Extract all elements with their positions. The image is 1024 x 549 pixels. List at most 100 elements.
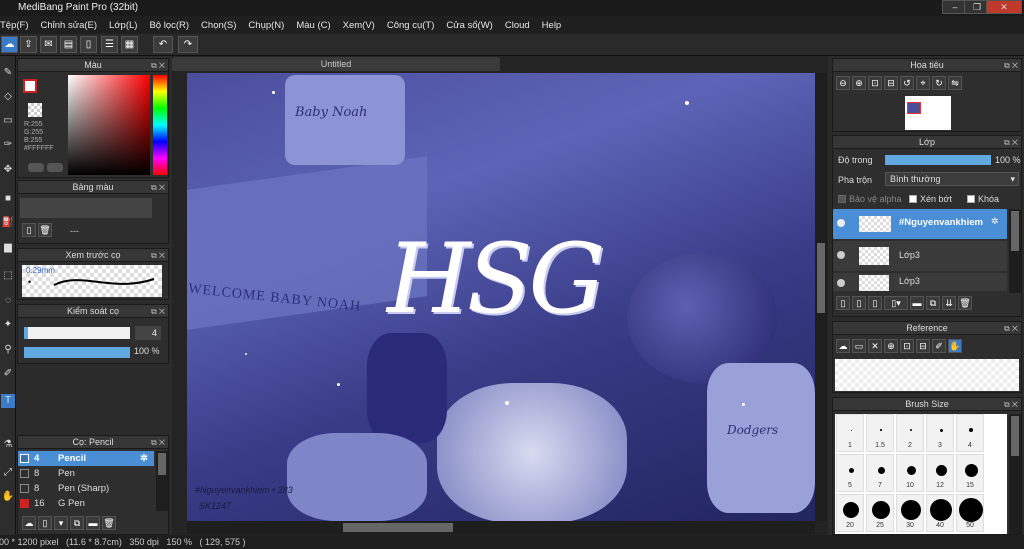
fit-icon[interactable]: ⊡ — [900, 339, 914, 353]
brush-size-cell[interactable]: 12 — [926, 454, 954, 492]
brush-size-scrollbar[interactable] — [1009, 414, 1021, 534]
close-icon[interactable]: ✕ — [868, 339, 882, 353]
zoom-out-icon[interactable]: ⊖ — [836, 76, 850, 90]
color-sample-button[interactable] — [47, 163, 63, 172]
brush-size-cell[interactable]: 4 — [956, 414, 984, 452]
brush-size-value[interactable]: 4 — [135, 326, 161, 340]
protect-alpha-checkbox[interactable]: Bảo vệ alpha — [838, 194, 902, 204]
fill-tool-icon[interactable]: ■ — [1, 192, 15, 206]
brush-size-cell[interactable]: 10 — [896, 454, 924, 492]
folder-icon[interactable]: ▬ — [86, 516, 100, 530]
panel-options-icon[interactable]: ⧉ ✕ — [151, 305, 165, 318]
lock-checkbox[interactable]: Khóa — [967, 194, 999, 204]
brush-menu-icon[interactable]: ▾ — [54, 516, 68, 530]
delete-layer-icon[interactable]: 🗑 — [958, 296, 972, 310]
rect-tool-icon[interactable]: ▭ — [1, 114, 15, 128]
new-layer-icon[interactable]: ▯ — [836, 296, 850, 310]
menu-filter[interactable]: Bộ lọc(R) — [143, 20, 195, 31]
menu-cloud[interactable]: Cloud — [499, 20, 536, 31]
layer-row[interactable]: Lớp3 — [833, 273, 1007, 291]
panel-options-icon[interactable]: ⧉ ✕ — [1004, 398, 1018, 411]
brush-size-cell[interactable]: 50 — [956, 494, 984, 532]
move-tool-icon[interactable]: ✥ — [1, 163, 15, 177]
menu-select[interactable]: Chọn(S) — [195, 20, 242, 31]
eye-icon[interactable] — [837, 219, 845, 227]
bucket-tool-icon[interactable]: ⛽ — [1, 216, 15, 230]
panel-options-icon[interactable]: ⧉ ✕ — [1004, 59, 1018, 72]
new-halftone-layer-icon[interactable]: ▯ — [852, 296, 866, 310]
chat-icon[interactable]: ✉ — [40, 36, 57, 53]
menu-color[interactable]: Màu (C) — [290, 20, 336, 31]
hue-slider[interactable] — [153, 75, 167, 175]
brush-size-cell[interactable]: 30 — [896, 494, 924, 532]
brush-size-cell[interactable]: 5 — [836, 454, 864, 492]
saturation-value-picker[interactable] — [68, 75, 150, 175]
brush-size-slider[interactable] — [24, 327, 130, 339]
eyedropper-icon[interactable]: ✐ — [932, 339, 946, 353]
select-tool-icon[interactable]: ⬚ — [1, 269, 15, 283]
lasso-tool-icon[interactable]: ◌ — [1, 294, 15, 308]
canvas-horizontal-scrollbar[interactable] — [187, 521, 815, 534]
flip-icon[interactable]: ⇋ — [948, 76, 962, 90]
brush-size-cell[interactable]: 7 — [866, 454, 894, 492]
cloud-brush-icon[interactable]: ☁ — [22, 516, 36, 530]
select-pen-icon[interactable]: ✐ — [1, 367, 15, 381]
brush-list-scrollbar[interactable] — [156, 451, 168, 511]
zoom-in-icon[interactable]: ⊕ — [852, 76, 866, 90]
panel-options-icon[interactable]: ⧉ ✕ — [1004, 322, 1018, 335]
brush-item-pencil[interactable]: 4 Pencil ✲ — [18, 451, 154, 466]
palette-swatches[interactable] — [20, 198, 152, 218]
zoom-minus-icon[interactable]: ⊟ — [884, 76, 898, 90]
rotate-right-icon[interactable]: ↻ — [932, 76, 946, 90]
layer-opacity-slider[interactable] — [885, 155, 991, 165]
delete-palette-icon[interactable]: 🗑 — [38, 223, 52, 237]
brush-item-pen[interactable]: 8 Pen — [18, 466, 154, 481]
navigator-thumbnail[interactable] — [905, 96, 951, 130]
eye-icon[interactable] — [837, 251, 845, 259]
document-tab[interactable]: Untitled — [172, 57, 500, 71]
copy-brush-icon[interactable]: ⧉ — [70, 516, 84, 530]
page-icon[interactable]: ▯ — [80, 36, 97, 53]
panel-options-icon[interactable]: ⧉ ✕ — [151, 249, 165, 262]
menu-view[interactable]: Xem(V) — [337, 20, 381, 31]
brush-size-cell[interactable]: 40 — [926, 494, 954, 532]
eye-icon[interactable] — [837, 279, 845, 287]
dropper-icon[interactable]: ⚗ — [1, 438, 15, 452]
panel-options-icon[interactable]: ⧉ ✕ — [151, 181, 165, 194]
cloud-icon[interactable]: ☁ — [836, 339, 850, 353]
brush-opacity-slider[interactable] — [24, 347, 130, 358]
zoom-out-icon[interactable]: ⊟ — [916, 339, 930, 353]
eyedropper-icon[interactable]: ⚲ — [1, 343, 15, 357]
brush-size-cell[interactable]: 3 — [926, 414, 954, 452]
cloud-icon[interactable]: ☁ — [1, 36, 18, 53]
text-tool-icon[interactable]: T — [1, 394, 15, 408]
merge-down-icon[interactable]: ⇊ — [942, 296, 956, 310]
clipping-checkbox[interactable]: Xén bớt — [909, 194, 952, 204]
brush-size-cell[interactable]: 25 — [866, 494, 894, 532]
transform-icon[interactable]: ⤢ — [1, 466, 15, 480]
foreground-color-swatch[interactable] — [23, 79, 37, 93]
magic-wand-icon[interactable]: ✦ — [1, 318, 15, 332]
color-mode-button[interactable] — [28, 163, 44, 172]
zoom-in-icon[interactable]: ⊕ — [884, 339, 898, 353]
brush-size-cell[interactable]: 1.5 — [866, 414, 894, 452]
share-icon[interactable]: ⇪ — [20, 36, 37, 53]
delete-brush-icon[interactable]: 🗑 — [102, 516, 116, 530]
panel-options-icon[interactable]: ⧉ ✕ — [151, 59, 165, 72]
brush-item-g-pen[interactable]: 16 G Pen — [18, 496, 154, 511]
close-button[interactable]: ✕ — [986, 0, 1022, 14]
gradient-tool-icon[interactable]: ▆ — [1, 241, 15, 255]
reset-icon[interactable]: ⌖ — [916, 76, 930, 90]
eraser-tool-icon[interactable]: ◇ — [1, 90, 15, 104]
pen-tool-icon[interactable]: ✑ — [1, 138, 15, 152]
open-folder-icon[interactable]: ▭ — [852, 339, 866, 353]
menu-tools[interactable]: Công cụ(T) — [381, 20, 441, 31]
menu-edit[interactable]: Chỉnh sửa(E) — [35, 20, 104, 31]
grid-icon[interactable]: ▦ — [121, 36, 138, 53]
hand-icon[interactable]: ✋ — [948, 339, 962, 353]
menu-help[interactable]: Help — [536, 20, 568, 31]
rotate-left-icon[interactable]: ↺ — [900, 76, 914, 90]
canvas-image[interactable]: Baby Noah WELCOME BABY NOAH Dodgers HSG … — [187, 73, 815, 521]
brush-size-grid[interactable]: 1 1.5 2 3 4 5 7 10 12 15 20 25 30 40 50 — [835, 414, 1007, 534]
undo-icon[interactable]: ↶ — [153, 36, 173, 53]
